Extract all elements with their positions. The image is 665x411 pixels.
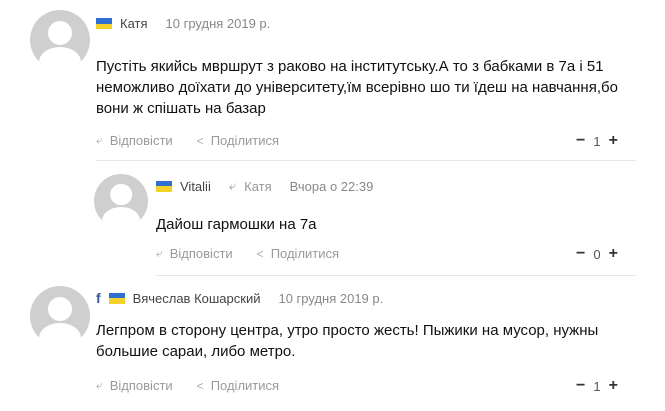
comment-text: Пустіть якийсь мвршрут з раково на інсти… bbox=[96, 58, 618, 117]
share-button[interactable]: < Поділитися bbox=[197, 133, 279, 148]
comment-date: 10 грудня 2019 р. bbox=[165, 16, 271, 31]
avatar[interactable] bbox=[30, 286, 90, 346]
comment-actions: ⤶ Відповісти < Поділитися bbox=[156, 246, 363, 261]
ukraine-flag-icon bbox=[156, 180, 172, 192]
reply-arrow-icon: ⤶ bbox=[96, 133, 103, 147]
reply-button[interactable]: ⤶ Відповісти bbox=[96, 378, 173, 393]
divider bbox=[156, 275, 636, 276]
vote-score: 0 bbox=[593, 246, 601, 262]
share-button[interactable]: < Поділитися bbox=[197, 378, 279, 393]
reply-label: Відповісти bbox=[169, 246, 233, 261]
upvote-button[interactable]: + bbox=[609, 245, 618, 263]
share-label: Поділитися bbox=[210, 378, 280, 393]
comment-meta: Катя 10 грудня 2019 р. bbox=[96, 16, 270, 31]
upvote-button[interactable]: + bbox=[609, 377, 618, 395]
reply-label: Відповісти bbox=[109, 133, 173, 148]
divider bbox=[96, 160, 636, 161]
share-icon: < bbox=[256, 246, 264, 261]
share-icon: < bbox=[196, 133, 204, 148]
reply-to[interactable]: ⤶ Катя bbox=[229, 178, 272, 194]
author-name[interactable]: Vitalii bbox=[180, 179, 211, 194]
vote-control: − 0 + bbox=[576, 245, 618, 263]
share-icon: < bbox=[196, 378, 204, 393]
avatar[interactable] bbox=[94, 174, 148, 228]
author-name[interactable]: Вячеслав Кошарский bbox=[133, 291, 261, 306]
comment-date: 10 грудня 2019 р. bbox=[278, 290, 384, 306]
ukraine-flag-icon bbox=[96, 18, 112, 29]
author-name[interactable]: Катя bbox=[120, 16, 148, 31]
share-label: Поділитися bbox=[210, 133, 280, 148]
reply-label: Відповісти bbox=[109, 378, 173, 393]
downvote-button[interactable]: − bbox=[576, 132, 585, 150]
ukraine-flag-icon bbox=[108, 292, 125, 304]
vote-score: 1 bbox=[593, 133, 601, 149]
reply-arrow-icon: ⤶ bbox=[228, 178, 237, 193]
reply-arrow-icon: ⤶ bbox=[156, 246, 163, 260]
downvote-button[interactable]: − bbox=[576, 377, 585, 395]
vote-control: − 1 + bbox=[576, 132, 618, 150]
vote-score: 1 bbox=[593, 378, 601, 394]
comment-text: Дайош гармошки на 7а bbox=[156, 216, 317, 233]
vote-control: − 1 + bbox=[576, 377, 618, 395]
share-label: Поділитися bbox=[270, 246, 340, 261]
reply-to-name: Катя bbox=[244, 178, 272, 194]
avatar[interactable] bbox=[30, 10, 90, 70]
comment-text: Легпром в сторону центра, утро просто же… bbox=[96, 322, 599, 360]
reply-button[interactable]: ⤶ Відповісти bbox=[96, 133, 173, 148]
upvote-button[interactable]: + bbox=[609, 132, 618, 150]
comment-date: Вчора о 22:39 bbox=[289, 178, 374, 194]
reply-arrow-icon: ⤶ bbox=[96, 378, 103, 392]
comment-actions: ⤶ Відповісти < Поділитися bbox=[96, 133, 303, 148]
share-button[interactable]: < Поділитися bbox=[257, 246, 339, 261]
comment-actions: ⤶ Відповісти < Поділитися bbox=[96, 378, 303, 393]
comment-meta: f Вячеслав Кошарский 10 грудня 2019 р. bbox=[96, 290, 383, 306]
facebook-icon: f bbox=[96, 290, 101, 306]
downvote-button[interactable]: − bbox=[576, 245, 585, 263]
comment-meta: Vitalii ⤶ Катя Вчора о 22:39 bbox=[156, 178, 373, 194]
reply-button[interactable]: ⤶ Відповісти bbox=[156, 246, 233, 261]
